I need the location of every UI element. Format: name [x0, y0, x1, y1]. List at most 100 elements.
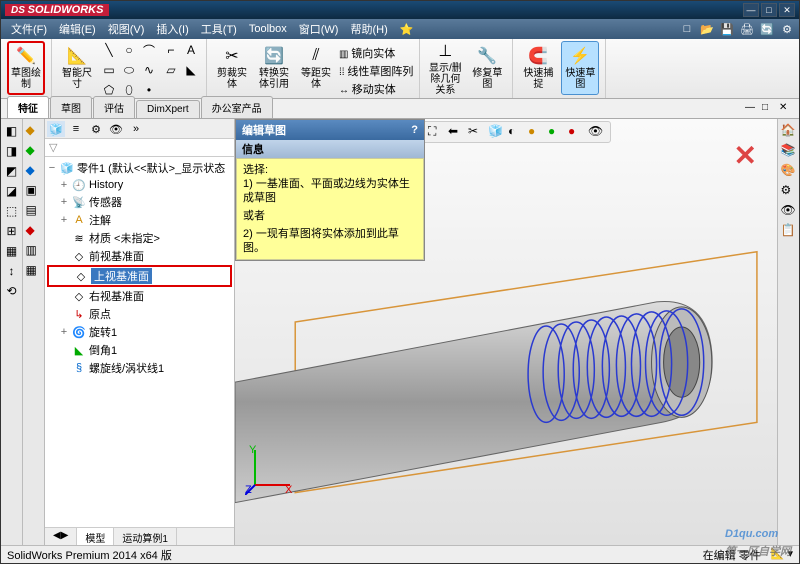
lt2-3-icon[interactable]: ◆ — [26, 163, 42, 179]
lt2-7-icon[interactable]: ▥ — [26, 243, 42, 259]
menu-toolbox[interactable]: Toolbox — [243, 23, 293, 35]
bottab-motion[interactable]: 运动算例1 — [114, 528, 177, 545]
close-button[interactable]: ✕ — [779, 3, 795, 17]
rb-lib-icon[interactable]: 📚 — [781, 143, 797, 159]
rb-appear-icon[interactable]: 🎨 — [781, 163, 797, 179]
qat-save-icon[interactable]: 💾 — [719, 21, 735, 37]
menu-tools[interactable]: 工具(T) — [195, 21, 243, 37]
qat-options-icon[interactable]: ⚙ — [779, 21, 795, 37]
doc-min-icon[interactable]: — — [745, 102, 759, 116]
offset-button[interactable]: ⫽等距实体 — [297, 41, 335, 95]
qat-open-icon[interactable]: 📂 — [699, 21, 715, 37]
menu-edit[interactable]: 编辑(E) — [53, 21, 102, 37]
tree-right-plane[interactable]: ◇右视基准面 — [47, 287, 232, 305]
qat-rebuild-icon[interactable]: 🔄 — [759, 21, 775, 37]
tab-office[interactable]: 办公室产品 — [201, 96, 273, 118]
tab-evaluate[interactable]: 评估 — [93, 96, 135, 118]
tree-front-plane[interactable]: ◇前视基准面 — [47, 247, 232, 265]
tree-tab-display-icon[interactable]: 👁 — [107, 121, 125, 137]
bottab-arrows[interactable]: ◀▶ — [45, 528, 77, 545]
lt1-4-icon[interactable]: ◪ — [4, 183, 20, 199]
tree-tab-config-icon[interactable]: ⚙ — [87, 121, 105, 137]
prop-help-icon[interactable]: ? — [411, 124, 418, 136]
menu-file[interactable]: 文件(F) — [5, 21, 53, 37]
menu-view[interactable]: 视图(V) — [102, 21, 151, 37]
text-icon[interactable]: A — [182, 41, 200, 59]
doc-close-icon[interactable]: ✕ — [779, 102, 793, 116]
tree-tab-feature-icon[interactable]: 🧊 — [47, 121, 65, 137]
lt1-7-icon[interactable]: ▦ — [4, 243, 20, 259]
qat-new-icon[interactable]: □ — [679, 21, 695, 37]
display-relations-button[interactable]: ⊥显示/删除几何关系 — [426, 41, 464, 95]
tree-root[interactable]: −🧊零件1 (默认<<默认>_显示状态 — [47, 159, 232, 177]
tab-sketch[interactable]: 草图 — [50, 96, 92, 118]
smart-dimension-button[interactable]: 📐 智能尺寸 — [58, 41, 96, 95]
plane-icon[interactable]: ▱ — [162, 61, 180, 79]
pattern-button[interactable]: ⁞⁞ 线性草图阵列 — [339, 63, 413, 79]
lt2-6-icon[interactable]: ◆ — [26, 223, 42, 239]
tree-history[interactable]: +🕘History — [47, 177, 232, 193]
lt2-4-icon[interactable]: ▣ — [26, 183, 42, 199]
feature-tree[interactable]: −🧊零件1 (默认<<默认>_显示状态 +🕘History +📡传感器 +A注解… — [45, 157, 234, 527]
lt2-2-icon[interactable]: ◆ — [26, 143, 42, 159]
rb-custom-icon[interactable]: ⚙ — [781, 183, 797, 199]
tree-tab-more-icon[interactable]: » — [127, 121, 145, 137]
lt1-9-icon[interactable]: ⟲ — [4, 283, 20, 299]
bottab-model[interactable]: 模型 — [77, 528, 114, 545]
tree-material[interactable]: ≋材质 <未指定> — [47, 229, 232, 247]
menu-help[interactable]: 帮助(H) — [344, 21, 393, 37]
circle-icon[interactable]: ○ — [120, 41, 138, 59]
repair-icon: 🔧 — [477, 46, 497, 66]
snap-button[interactable]: 🧲快速捕捉 — [519, 41, 557, 95]
rb-prop-icon[interactable]: 📋 — [781, 223, 797, 239]
arc-icon[interactable]: ⌒ — [140, 41, 158, 59]
maximize-button[interactable]: □ — [761, 3, 777, 17]
spline-icon[interactable]: ∿ — [140, 61, 158, 79]
chamfer-icon[interactable]: ◣ — [182, 61, 200, 79]
tree-tab-property-icon[interactable]: ≡ — [67, 121, 85, 137]
lt1-2-icon[interactable]: ◨ — [4, 143, 20, 159]
menu-expand-icon[interactable]: ⭐ — [394, 23, 420, 36]
lt2-5-icon[interactable]: ▤ — [26, 203, 42, 219]
rb-view-icon[interactable]: 👁 — [781, 203, 797, 219]
rb-home-icon[interactable]: 🏠 — [781, 123, 797, 139]
status-extra-icon[interactable]: 📐 ▾ — [771, 547, 793, 563]
lt1-5-icon[interactable]: ⬚ — [4, 203, 20, 219]
tree-filter[interactable]: ▽ — [45, 139, 234, 157]
tree-sensors[interactable]: +📡传感器 — [47, 193, 232, 211]
tree-helix[interactable]: §螺旋线/涡状线1 — [47, 359, 232, 377]
line-icon[interactable]: ╲ — [100, 41, 118, 59]
orientation-triad[interactable]: Y X Z — [245, 445, 295, 495]
point-icon[interactable]: • — [140, 81, 158, 99]
minimize-button[interactable]: — — [743, 3, 759, 17]
lt1-6-icon[interactable]: ⊞ — [4, 223, 20, 239]
tree-origin[interactable]: ↳原点 — [47, 305, 232, 323]
tab-features[interactable]: 特征 — [7, 96, 49, 118]
mirror-button[interactable]: ▥ 镜向实体 — [339, 45, 413, 61]
menu-insert[interactable]: 插入(I) — [150, 21, 194, 37]
tree-top-plane[interactable]: ◇上视基准面 — [47, 265, 232, 287]
doc-max-icon[interactable]: □ — [762, 102, 776, 116]
lt1-3-icon[interactable]: ◩ — [4, 163, 20, 179]
graphics-viewport[interactable]: 🔍⛶ ⬅✂ 🧊◐ ●● ●👁 ✕ — [235, 119, 777, 545]
qat-print-icon[interactable]: 🖨 — [739, 21, 755, 37]
tree-revolve[interactable]: +🌀旋转1 — [47, 323, 232, 341]
menu-window[interactable]: 窗口(W) — [293, 21, 345, 37]
tree-chamfer[interactable]: ◣倒角1 — [47, 341, 232, 359]
convert-button[interactable]: 🔄转换实体引用 — [255, 41, 293, 95]
repair-button[interactable]: 🔧修复草图 — [468, 41, 506, 95]
sketch-button[interactable]: ✏️ 草图绘制 — [7, 41, 45, 95]
move-button[interactable]: ↔ 移动实体 — [339, 81, 413, 97]
tab-dimxpert[interactable]: DimXpert — [136, 100, 200, 118]
convert-icon: 🔄 — [264, 46, 284, 66]
tree-annotations[interactable]: +A注解 — [47, 211, 232, 229]
lt1-8-icon[interactable]: ↕ — [4, 263, 20, 279]
fillet-icon[interactable]: ⌐ — [162, 41, 180, 59]
rect-icon[interactable]: ▭ — [100, 61, 118, 79]
rapid-sketch-button[interactable]: ⚡快速草图 — [561, 41, 599, 95]
trim-button[interactable]: ✂剪裁实体 — [213, 41, 251, 95]
slot-icon[interactable]: ⬭ — [120, 61, 138, 79]
lt2-8-icon[interactable]: ▦ — [26, 263, 42, 279]
lt1-1-icon[interactable]: ◧ — [4, 123, 20, 139]
lt2-1-icon[interactable]: ◆ — [26, 123, 42, 139]
